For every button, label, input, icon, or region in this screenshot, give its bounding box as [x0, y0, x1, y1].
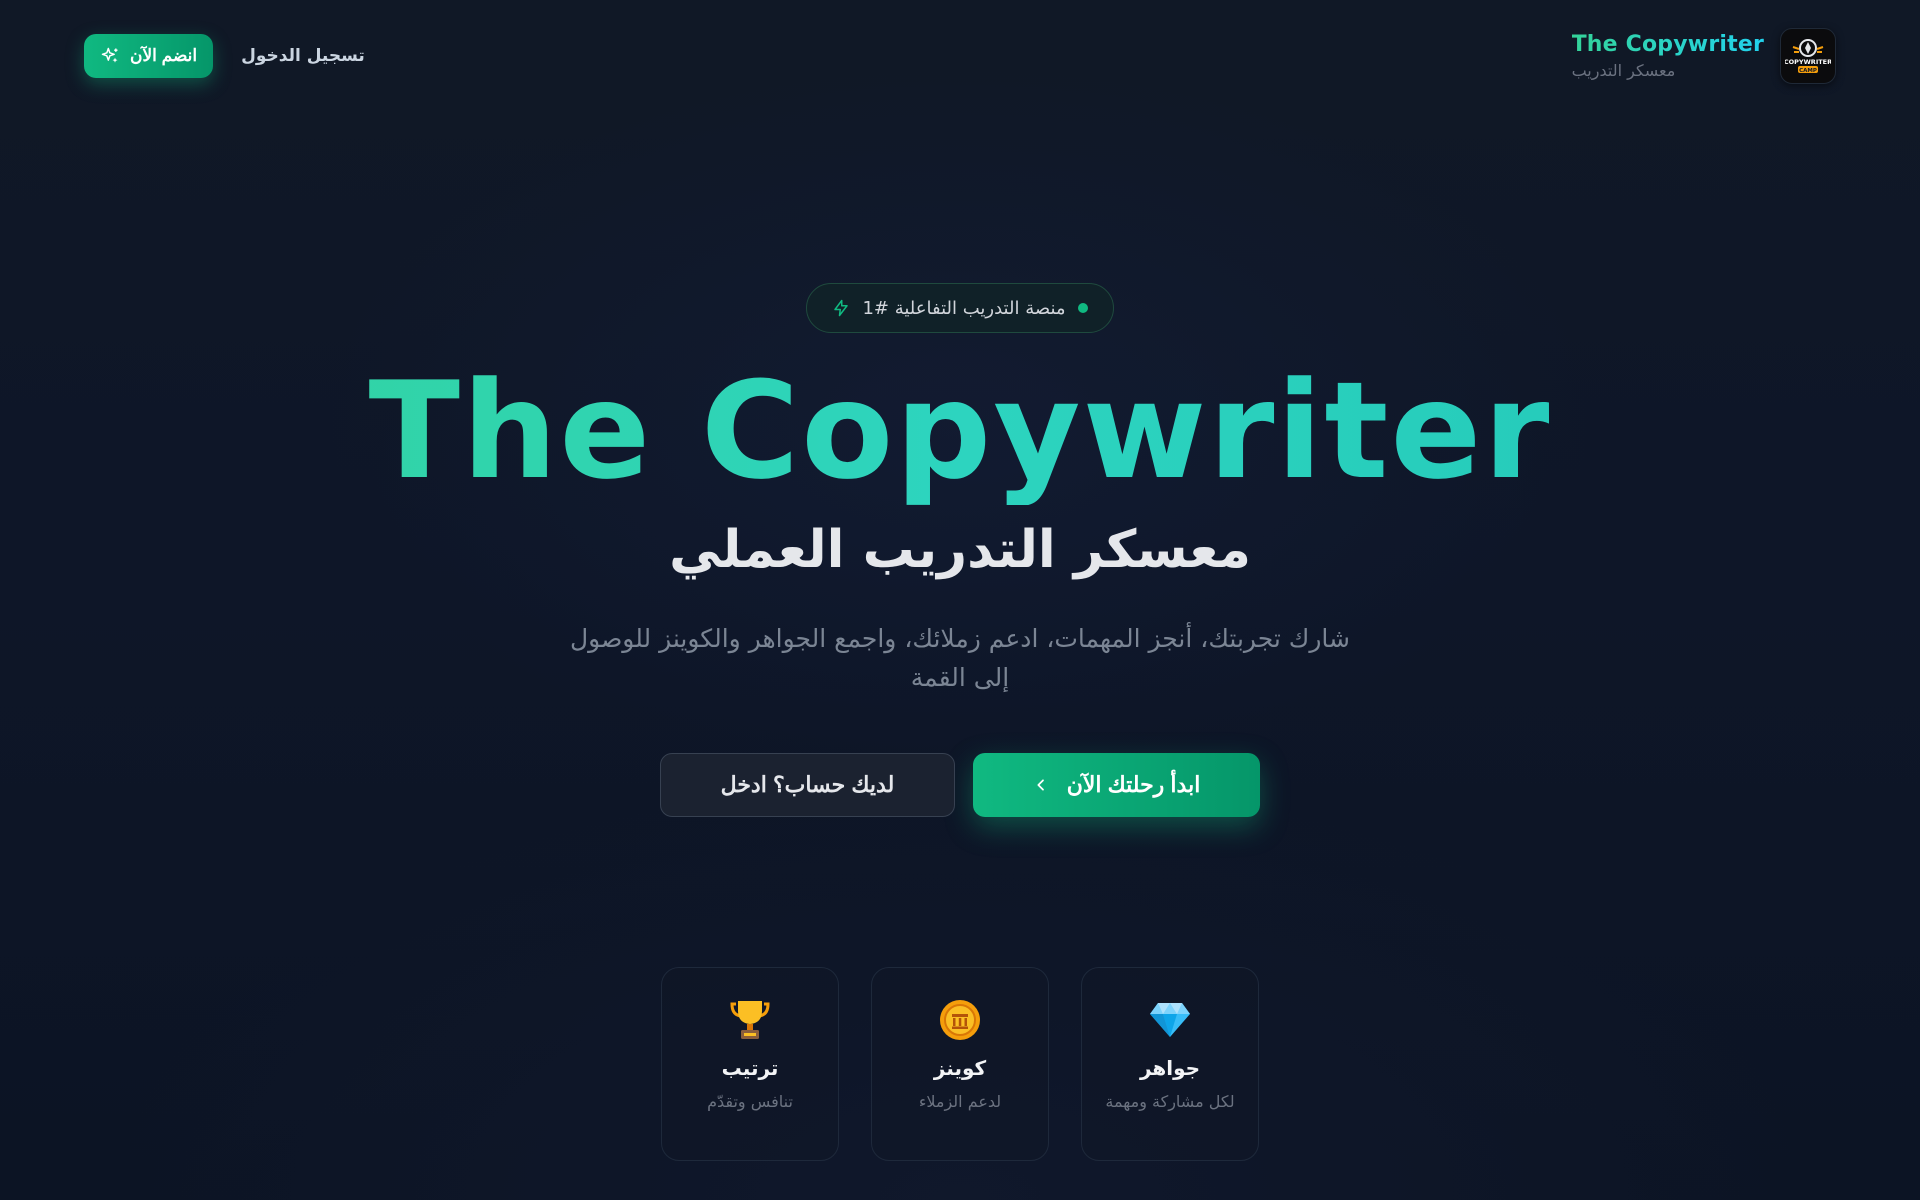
sparkles-icon: [101, 47, 118, 63]
feature-description: لكل مشاركة ومهمة: [1105, 1092, 1235, 1111]
hero-subtitle: معسكر التدريب العملي: [669, 520, 1251, 580]
trophy-icon: [730, 1001, 770, 1039]
hero-badge: منصة التدريب التفاعلية #1: [806, 283, 1114, 333]
feature-cards: جواهر لكل مشاركة ومهمة كوينز لدعم الزملا…: [661, 967, 1259, 1161]
top-navbar: COPYWRITER CAMP The Copywriter معسكر الت…: [0, 0, 1920, 110]
hero-description: شارك تجربتك، أنجز المهمات، ادعم زملائك، …: [570, 624, 1350, 692]
start-journey-label: ابدأ رحلتك الآن: [1066, 772, 1201, 797]
join-now-label: انضم الآن: [130, 46, 198, 65]
start-journey-button[interactable]: ابدأ رحلتك الآن: [972, 753, 1260, 817]
feature-card-coins: كوينز لدعم الزملاء: [871, 967, 1049, 1161]
hero-badge-label: منصة التدريب التفاعلية #1: [862, 297, 1066, 319]
feature-card-ranking: ترتيب تنافس وتقدّم: [661, 967, 839, 1161]
feature-title: ترتيب: [721, 1056, 779, 1080]
brand[interactable]: COPYWRITER CAMP The Copywriter معسكر الت…: [1572, 28, 1836, 84]
copywriter-camp-logo-icon: COPYWRITER CAMP: [1785, 39, 1831, 74]
svg-text:CAMP: CAMP: [1799, 68, 1817, 74]
lightning-icon: [834, 299, 849, 317]
brand-subtitle: معسكر التدريب: [1571, 61, 1676, 80]
feature-title: كوينز: [933, 1056, 987, 1080]
chevron-left-icon: [1037, 779, 1044, 791]
coin-icon: [940, 1000, 980, 1040]
brand-logo: COPYWRITER CAMP: [1780, 28, 1836, 84]
hero-title: The Copywriter: [0, 357, 1920, 505]
brand-title: The Copywriter: [1571, 32, 1764, 57]
have-account-login-button[interactable]: لديك حساب؟ ادخل: [660, 753, 955, 817]
feature-title: جواهر: [1139, 1056, 1201, 1080]
feature-card-gems: جواهر لكل مشاركة ومهمة: [1081, 967, 1259, 1161]
login-link[interactable]: تسجيل الدخول: [241, 46, 365, 66]
svg-text:COPYWRITER: COPYWRITER: [1785, 58, 1831, 66]
join-now-button[interactable]: انضم الآن: [84, 34, 214, 78]
feature-description: تنافس وتقدّم: [707, 1092, 793, 1111]
gem-icon: [1150, 1003, 1190, 1037]
cta-group: ابدأ رحلتك الآن لديك حساب؟ ادخل: [660, 753, 1260, 817]
status-dot: [1077, 303, 1088, 313]
feature-description: لدعم الزملاء: [918, 1092, 1002, 1111]
